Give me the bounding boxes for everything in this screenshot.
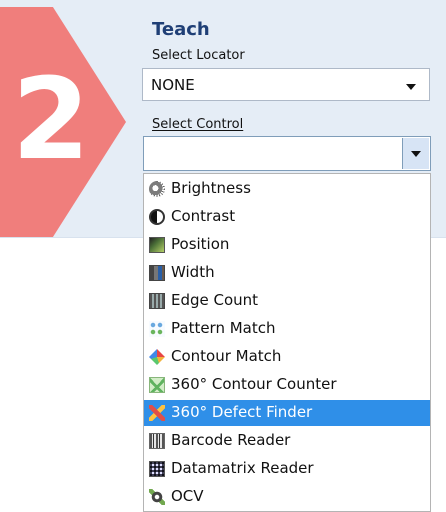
- select-locator-label: Select Locator: [152, 48, 245, 63]
- control-option-pattern-match[interactable]: Pattern Match: [144, 316, 430, 342]
- control-options-list[interactable]: Brightness Contrast Position Width Edge …: [143, 173, 431, 512]
- control-option-contrast[interactable]: Contrast: [144, 204, 430, 230]
- control-option-barcode-reader[interactable]: Barcode Reader: [144, 428, 430, 454]
- control-option-label: Position: [171, 235, 230, 253]
- position-icon: [149, 237, 165, 253]
- contour-counter-icon: [149, 377, 165, 393]
- dropdown-arrow-button[interactable]: [402, 138, 429, 169]
- datamatrix-icon: [149, 461, 165, 477]
- control-option-edge-count[interactable]: Edge Count: [144, 288, 430, 314]
- brightness-icon: [149, 181, 165, 197]
- pattern-match-icon: [149, 321, 165, 337]
- control-option-360-defect-finder[interactable]: 360° Defect Finder: [144, 400, 430, 426]
- control-option-label: Datamatrix Reader: [171, 459, 314, 477]
- control-option-label: Contour Match: [171, 347, 282, 365]
- step-number: 2: [12, 55, 90, 185]
- ocv-icon: [149, 489, 165, 505]
- control-option-label: Brightness: [171, 179, 251, 197]
- control-option-360-contour-counter[interactable]: 360° Contour Counter: [144, 372, 430, 398]
- teach-control-selector-page: 2 Teach Select Locator NONE Select Contr…: [0, 0, 446, 512]
- control-option-datamatrix-reader[interactable]: Datamatrix Reader: [144, 456, 430, 482]
- control-option-label: Contrast: [171, 207, 236, 225]
- select-control-label: Select Control: [152, 117, 244, 132]
- contrast-icon: [149, 209, 165, 225]
- select-locator-dropdown[interactable]: NONE: [142, 68, 430, 101]
- barcode-icon: [149, 433, 165, 449]
- control-option-label: OCV: [171, 487, 204, 505]
- chevron-down-icon: [406, 84, 416, 90]
- control-option-label: 360° Defect Finder: [171, 403, 313, 421]
- step-title: Teach: [152, 19, 210, 40]
- control-option-label: Edge Count: [171, 291, 259, 309]
- control-option-label: 360° Contour Counter: [171, 375, 337, 393]
- control-option-label: Pattern Match: [171, 319, 276, 337]
- control-option-position[interactable]: Position: [144, 232, 430, 258]
- edge-count-icon: [149, 293, 165, 309]
- select-control-dropdown[interactable]: [143, 136, 431, 171]
- control-option-ocv[interactable]: OCV: [144, 484, 430, 510]
- contour-match-icon: [149, 349, 165, 365]
- width-icon: [149, 265, 165, 281]
- control-option-label: Width: [171, 263, 215, 281]
- defect-finder-icon: [149, 405, 165, 421]
- control-option-width[interactable]: Width: [144, 260, 430, 286]
- selected-locator-value: NONE: [151, 76, 195, 94]
- control-option-label: Barcode Reader: [171, 431, 291, 449]
- control-option-brightness[interactable]: Brightness: [144, 176, 430, 202]
- control-option-contour-match[interactable]: Contour Match: [144, 344, 430, 370]
